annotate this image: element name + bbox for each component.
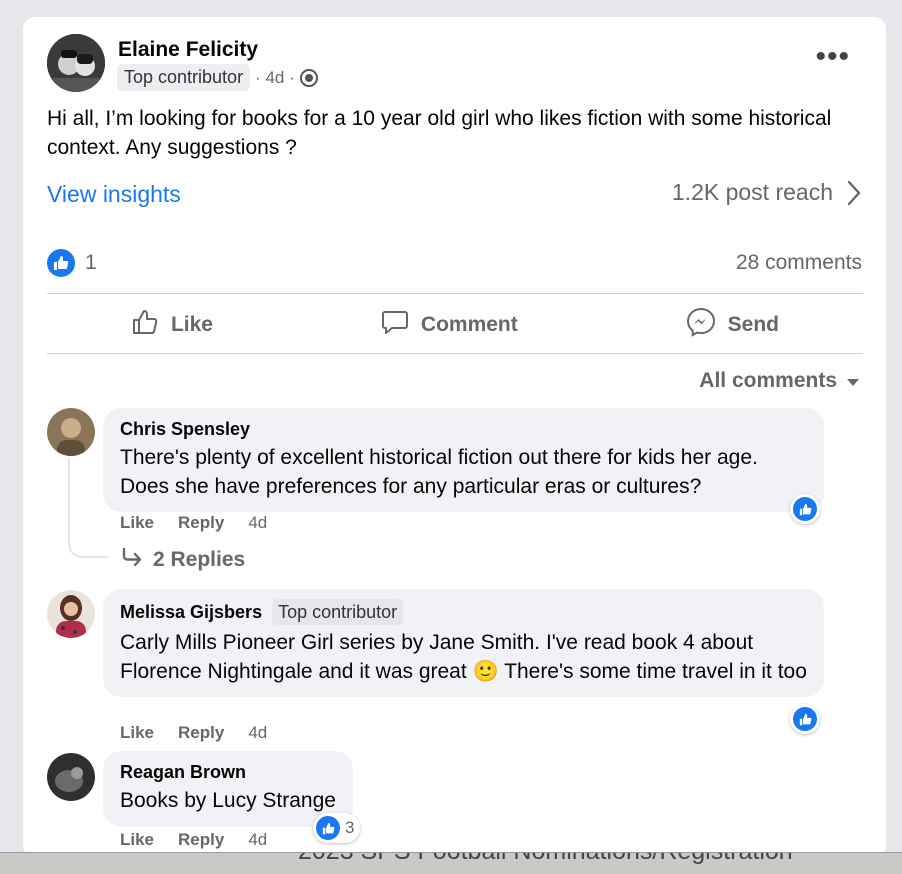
comment-actions: Like Reply 4d bbox=[120, 513, 267, 533]
replies-label: 2 Replies bbox=[153, 548, 246, 571]
like-button[interactable]: Like bbox=[131, 308, 213, 342]
comment-like-button[interactable]: Like bbox=[120, 723, 154, 743]
top-contributor-badge: Top contributor bbox=[272, 599, 404, 625]
comment-reaction[interactable] bbox=[790, 494, 820, 524]
comment-label: Comment bbox=[420, 312, 518, 336]
reaction-count: 3 bbox=[345, 818, 355, 837]
comment-author[interactable]: Chris Spensley bbox=[120, 418, 807, 440]
comments-count[interactable]: 28 comments bbox=[736, 251, 862, 275]
thumbs-up-icon bbox=[47, 249, 75, 277]
divider bbox=[47, 293, 863, 294]
comment-author[interactable]: Reagan Brown bbox=[120, 761, 336, 783]
comment-filter-label: All comments bbox=[699, 369, 837, 392]
comment-time[interactable]: 4d bbox=[248, 830, 267, 850]
divider bbox=[47, 353, 863, 354]
post-author-avatar[interactable] bbox=[47, 34, 105, 92]
background-text: 2023 SPS Football Nominations/Registrati… bbox=[298, 853, 793, 866]
comment-text: Books by Lucy Strange bbox=[120, 789, 336, 812]
avatar[interactable] bbox=[47, 753, 95, 801]
audience-icon[interactable] bbox=[299, 68, 318, 87]
background-page-strip: 2023 SPS Football Nominations/Registrati… bbox=[0, 852, 902, 874]
post-meta: Top contributor · 4d · bbox=[117, 64, 318, 91]
top-contributor-badge: Top contributor bbox=[117, 64, 251, 91]
comment-time[interactable]: 4d bbox=[248, 723, 267, 743]
comment-like-button[interactable]: Like bbox=[120, 830, 154, 850]
post-reactions[interactable]: 1 bbox=[47, 249, 97, 277]
thumbs-up-icon bbox=[316, 816, 340, 840]
comment-bubble: Chris Spensley There's plenty of excelle… bbox=[103, 408, 824, 512]
post-author-name[interactable]: Elaine Felicity bbox=[118, 38, 258, 62]
post-text: Hi all, I’m looking for books for a 10 y… bbox=[47, 107, 832, 159]
send-label: Send bbox=[727, 312, 780, 336]
send-button[interactable]: Send bbox=[686, 307, 779, 343]
thumbs-up-icon bbox=[793, 497, 817, 521]
reply-arrow-icon bbox=[121, 547, 143, 573]
like-icon bbox=[131, 308, 159, 342]
comment-text: Carly Mills Pioneer Girl series by Jane … bbox=[120, 631, 807, 683]
post-card: Elaine Felicity Top contributor · 4d · •… bbox=[23, 17, 886, 857]
like-label: Like bbox=[170, 312, 213, 336]
comment-actions: Like Reply 4d bbox=[120, 830, 267, 850]
comment-bubble: Reagan Brown Books by Lucy Strange bbox=[103, 751, 353, 827]
comment-button[interactable]: Comment bbox=[381, 308, 518, 342]
more-options-button[interactable]: ••• bbox=[815, 42, 850, 72]
avatar[interactable] bbox=[47, 590, 95, 638]
post-actions: Like Comment Send bbox=[47, 296, 863, 353]
comment-reply-button[interactable]: Reply bbox=[178, 830, 224, 850]
comment-bubble: Melissa Gijsbers Top contributor Carly M… bbox=[103, 589, 824, 697]
comment-reaction[interactable]: 3 bbox=[313, 813, 361, 843]
reply-thread-line bbox=[68, 458, 108, 558]
chevron-right-icon bbox=[847, 180, 861, 206]
post-time[interactable]: · 4d · bbox=[255, 68, 295, 88]
reaction-count: 1 bbox=[85, 251, 97, 274]
comment-reply-button[interactable]: Reply bbox=[178, 723, 224, 743]
comment-reply-button[interactable]: Reply bbox=[178, 513, 224, 533]
comment-author[interactable]: Melissa Gijsbers Top contributor bbox=[120, 599, 807, 625]
thumbs-up-icon bbox=[793, 707, 817, 731]
comment-icon bbox=[381, 308, 409, 342]
post-reach[interactable]: 1.2K post reach bbox=[672, 179, 861, 206]
view-replies-button[interactable]: 2 Replies bbox=[121, 547, 245, 573]
view-insights-link[interactable]: View insights bbox=[47, 181, 181, 208]
comment-text: There's plenty of excellent historical f… bbox=[120, 446, 758, 498]
messenger-icon bbox=[686, 307, 716, 343]
comment-time[interactable]: 4d bbox=[248, 513, 267, 533]
comment-actions: Like Reply 4d bbox=[120, 723, 267, 743]
comment-like-button[interactable]: Like bbox=[120, 513, 154, 533]
comment-filter-dropdown[interactable]: All comments bbox=[699, 369, 859, 393]
comment-reaction[interactable] bbox=[790, 704, 820, 734]
avatar[interactable] bbox=[47, 408, 95, 456]
caret-down-icon bbox=[847, 379, 859, 386]
post-reach-label: 1.2K post reach bbox=[671, 179, 833, 205]
